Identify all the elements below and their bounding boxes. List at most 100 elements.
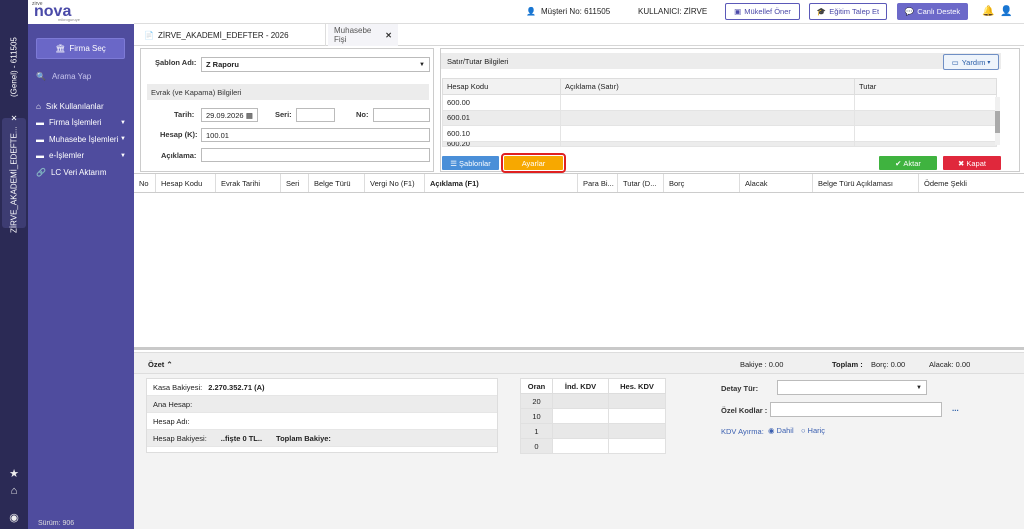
egitim-talep-button[interactable]: 🎓 Eğitim Talep Et [809,3,887,20]
canli-destek-button[interactable]: 💬 Canlı Destek [897,3,968,20]
table-cell: 0 [520,438,553,454]
detay-select[interactable]: ▼ [777,380,927,395]
column-header[interactable]: Para Bi... [578,174,618,192]
star-icon[interactable]: ★ [7,467,21,480]
ana-hesap-row: Ana Hesap: [147,396,497,413]
column-header[interactable]: Hes. KDV [608,378,666,394]
hesap-input[interactable]: 100.01 [201,128,430,142]
close-icon[interactable]: ✕ [385,31,392,40]
column-header[interactable]: Seri [281,174,309,192]
tab-company[interactable]: 📄 ZİRVE_AKADEMİ_EDEFTER - 2026 [138,24,326,46]
table-cell[interactable] [608,393,666,409]
table-cell[interactable] [552,408,609,424]
haric-radio[interactable]: ○ Hariç [801,426,825,435]
ayarlar-button[interactable]: Ayarlar [501,153,566,173]
briefcase-icon: ▣ [734,7,742,16]
radio-unchecked-icon: ○ [801,426,806,435]
rail-tab-company[interactable]: (Genel) - 611505 [2,35,26,100]
table-row[interactable]: 600.10 [442,125,997,142]
firma-sec-button[interactable]: 🏛 Firma Seç [36,38,125,59]
column-header[interactable]: Vergi No (F1) [365,174,425,192]
table-cell[interactable] [552,423,609,439]
column-header[interactable]: İnd. KDV [552,378,609,394]
table-row[interactable]: 600.00 [442,94,997,111]
egitim-talep-label: Eğitim Talep Et [829,7,880,16]
table-row[interactable]: 0 [520,438,666,454]
aciklama-input[interactable] [201,148,430,162]
table-row[interactable]: 600.20 [442,140,997,147]
profile-icon[interactable]: 👤 [1000,6,1012,17]
bell-icon[interactable]: 🔔 [982,6,994,17]
table-cell [854,125,997,142]
column-header[interactable]: Belge Türü Açıklaması [813,174,919,192]
ozel-kodlar-input[interactable] [770,402,942,417]
check-icon: ✔ [895,158,902,168]
canli-destek-label: Canlı Destek [917,7,961,16]
table-cell [854,140,997,147]
column-header[interactable]: Evrak Tarihi [216,174,281,192]
vertical-scrollbar[interactable] [995,97,1000,145]
ozet-toggle[interactable]: Özet ⌃ [148,360,173,369]
table-row[interactable]: 600.01 [442,109,997,126]
sidebar-item-muhasebe-islemleri[interactable]: ▬ Muhasebe İşlemleri ▼ [36,131,128,148]
horizontal-scrollbar[interactable] [134,347,1024,350]
chevron-down-icon: ▼ [120,119,126,126]
yardim-button[interactable]: ▭ Yardım ▾ [943,54,999,70]
kasa-value: 2.270.352.71 (A) [208,382,265,392]
column-header[interactable]: Belge Türü [309,174,365,192]
sablonlar-button[interactable]: ☰ Şablonlar [442,156,499,170]
kapat-button[interactable]: ✖ Kapat [943,156,1001,170]
folder-icon: ▬ [36,134,44,144]
column-header[interactable]: Açıklama (F1) [425,174,578,192]
column-header[interactable]: Alacak [740,174,813,192]
no-input[interactable] [373,108,430,122]
bank-icon: 🏛 [55,44,66,53]
column-header[interactable]: Açıklama (Satır) [560,78,855,95]
palette-icon[interactable]: ◉ [7,511,21,524]
table-row[interactable]: 10 [520,408,666,424]
column-header[interactable]: Tutar [854,78,997,95]
table-cell[interactable] [608,423,666,439]
table-cell[interactable] [552,438,609,454]
rail-tab-active-label: ZİRVE_AKADEMİ_EDEFTE... [9,126,19,233]
document-icon: 📄 [144,30,154,40]
ana-hesap-label: Ana Hesap: [153,399,193,409]
dahil-radio[interactable]: ◉ Dahil [768,426,794,435]
sidebar-item-lc-veri-aktarim[interactable]: 🔗 LC Veri Aktarım [36,164,128,181]
column-header[interactable]: Hesap Kodu [156,174,216,192]
table-row[interactable]: 1 [520,423,666,439]
column-header[interactable]: Ödeme Şekli [919,174,1024,192]
sablon-value: Z Raporu [206,60,239,69]
column-header[interactable]: No [134,174,156,192]
table-cell: 600.10 [442,125,561,142]
column-header[interactable]: Tutar (D... [618,174,664,192]
aktar-button[interactable]: ✔ Aktar [879,156,937,170]
close-icon[interactable]: ✕ [10,113,19,122]
scrollbar-thumb[interactable] [995,111,1000,133]
search-input[interactable]: 🔍 Arama Yap [36,72,126,81]
column-header[interactable]: Borç [664,174,740,192]
sidebar-item-firma-islemleri[interactable]: ▬ Firma İşlemleri ▼ [36,115,128,132]
hesap-bakiyesi-row: Hesap Bakiyesi: ..fişte 0 TL.. Toplam Baki… [147,430,497,447]
mukellef-oner-button[interactable]: ▣ Mükellef Öner [725,3,800,20]
table-cell[interactable] [552,393,609,409]
seri-input[interactable] [296,108,335,122]
chevron-down-icon: ▼ [120,136,126,143]
column-header[interactable]: Hesap Kodu [442,78,561,95]
caret-down-icon: ▼ [419,61,425,68]
sidebar-item-sik-kullanilanlar[interactable]: ⌂ Sık Kullanılanlar [36,98,128,115]
column-header[interactable]: Oran [520,378,553,394]
table-cell[interactable] [608,408,666,424]
rail-tab-active-company[interactable]: ZİRVE_AKADEMİ_EDEFTE... ✕ [2,113,26,233]
sablon-select[interactable]: Z Raporu ▼ [201,57,430,72]
table-cell[interactable] [608,438,666,454]
tab-muhasebe-fisi[interactable]: Muhasebe Fişi ✕ [328,24,398,46]
calendar-icon[interactable]: ▦ [246,111,253,120]
tarih-input[interactable]: 29.09.2026 ▦ [201,108,258,122]
bank-icon[interactable]: ⌂ [7,485,21,497]
satir-header: Satır/Tutar Bilgileri [441,53,1001,69]
grid-body[interactable] [134,193,1024,348]
table-row[interactable]: 20 [520,393,666,409]
more-button[interactable]: ... [952,404,959,413]
sidebar-item-e-islemler[interactable]: ▬ e-İşlemler ▼ [36,148,128,165]
